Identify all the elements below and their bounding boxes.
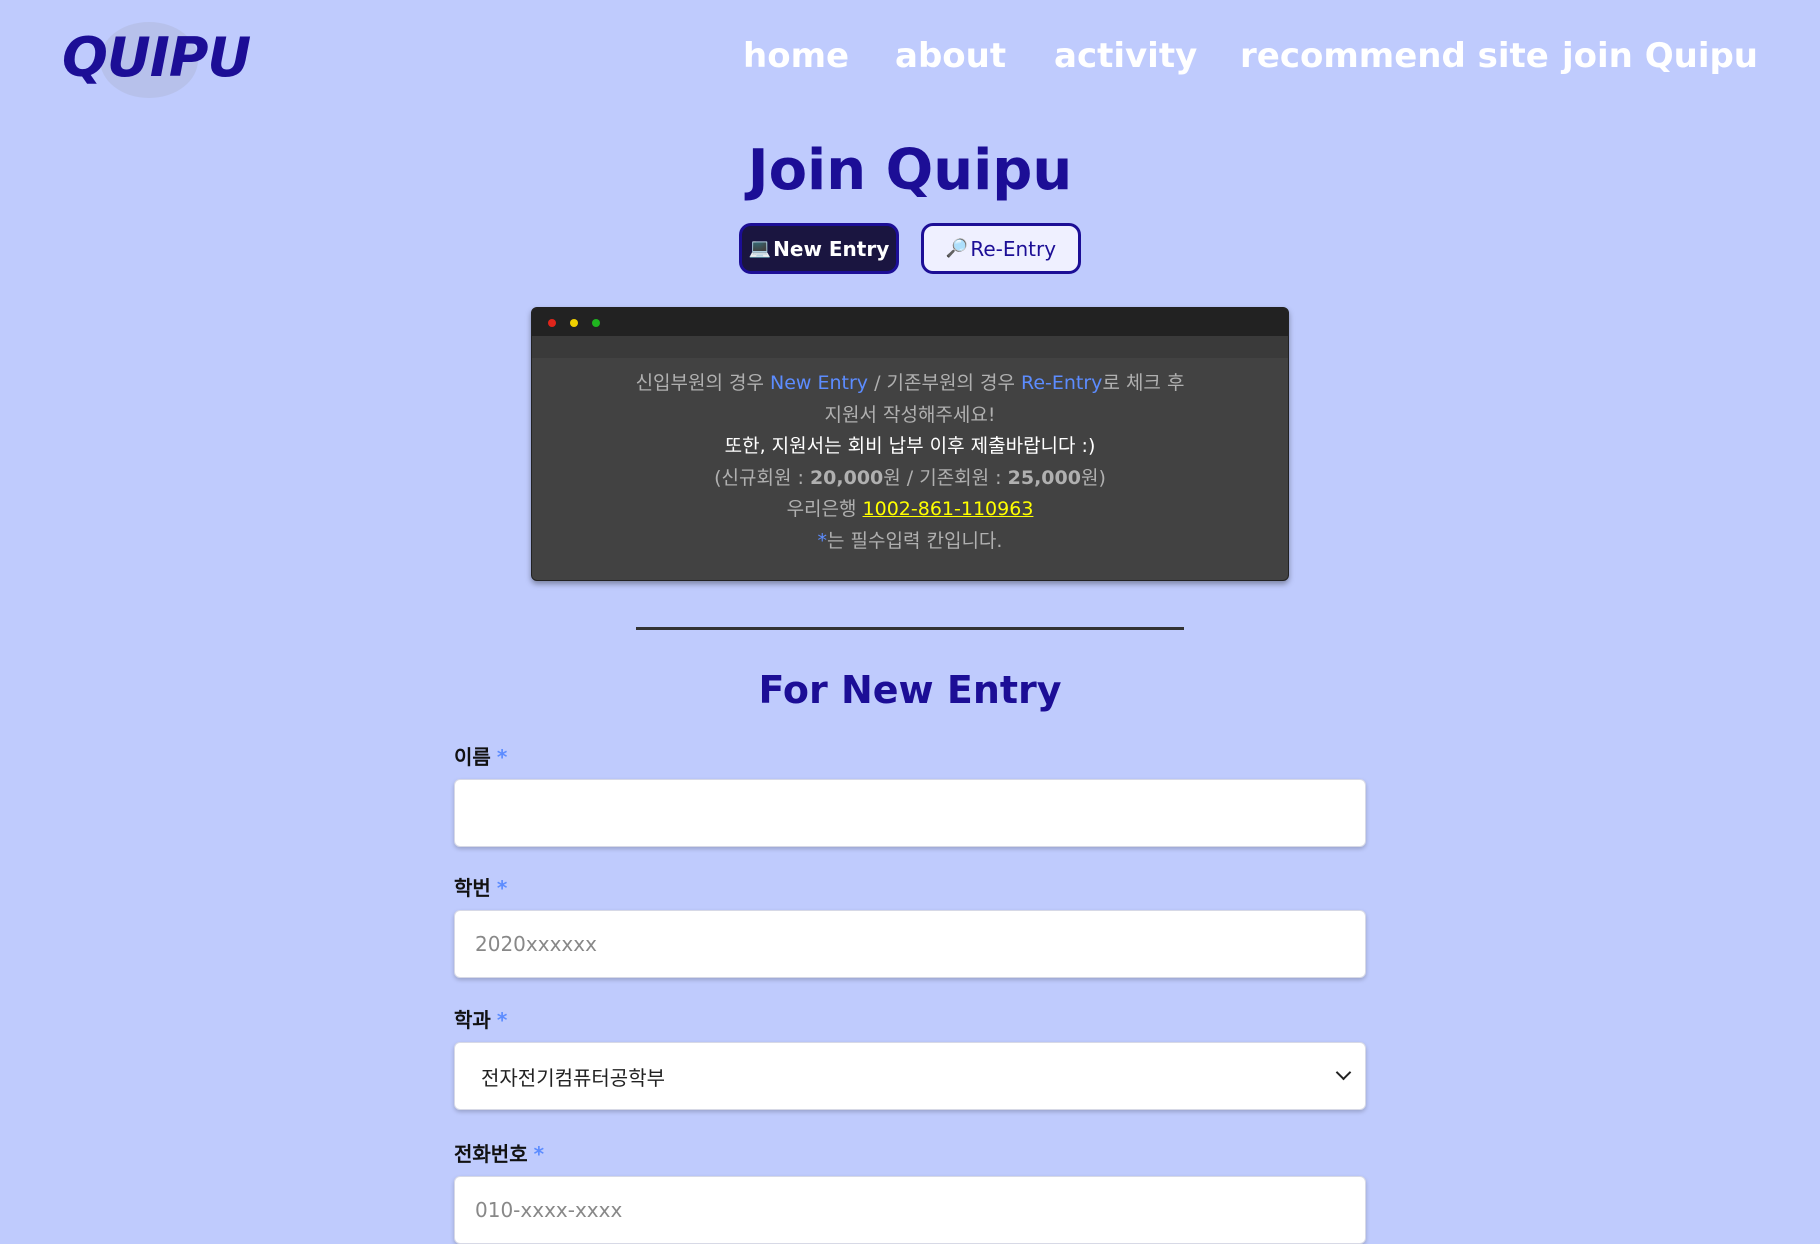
main-nav: home about activity recommend site join …	[0, 36, 1820, 86]
student-id-label: 학번 *	[454, 876, 508, 900]
notice-text: 신입부원의 경우 New Entry / 기존부원의 경우 Re-Entry로 …	[635, 372, 1185, 552]
notice-terminal: 신입부원의 경우 New Entry / 기존부원의 경우 Re-Entry로 …	[531, 307, 1289, 581]
chevron-down-icon	[1335, 1064, 1352, 1081]
new-entry-button[interactable]: 💻 New Entry	[739, 223, 899, 274]
terminal-titlebar	[532, 308, 1288, 336]
section-divider	[636, 627, 1184, 630]
close-dot-icon	[548, 319, 556, 327]
required-mark: *	[533, 1142, 545, 1166]
student-id-input[interactable]	[454, 910, 1366, 978]
magnifier-icon: 🔎	[945, 238, 969, 259]
nav-home[interactable]: home	[743, 36, 849, 76]
nav-join-quipu[interactable]: join Quipu	[1562, 36, 1758, 76]
nav-activity[interactable]: activity	[1054, 36, 1197, 76]
department-selected-value: 전자전기컴퓨터공학부	[481, 1065, 665, 1090]
minimize-dot-icon	[570, 319, 578, 327]
laptop-icon: 💻	[748, 238, 772, 259]
name-input[interactable]	[454, 779, 1366, 847]
page-title: Join Quipu	[747, 138, 1073, 203]
department-select[interactable]: 전자전기컴퓨터공학부	[454, 1042, 1366, 1110]
required-mark: *	[496, 745, 508, 769]
required-mark: *	[496, 1008, 508, 1032]
new-entry-label: New Entry	[773, 236, 890, 261]
department-label: 학과 *	[454, 1008, 508, 1032]
re-entry-label: Re-Entry	[970, 236, 1057, 261]
bank-account-number: 1002-861-110963	[862, 498, 1034, 520]
section-title: For New Entry	[758, 668, 1062, 712]
phone-label: 전화번호 *	[454, 1142, 545, 1166]
nav-about[interactable]: about	[895, 36, 1006, 76]
maximize-dot-icon	[592, 319, 600, 327]
re-entry-button[interactable]: 🔎 Re-Entry	[921, 223, 1081, 274]
phone-input[interactable]	[454, 1176, 1366, 1244]
required-mark: *	[496, 876, 508, 900]
name-label: 이름 *	[454, 745, 508, 769]
nav-recommend-site[interactable]: recommend site	[1240, 36, 1549, 76]
